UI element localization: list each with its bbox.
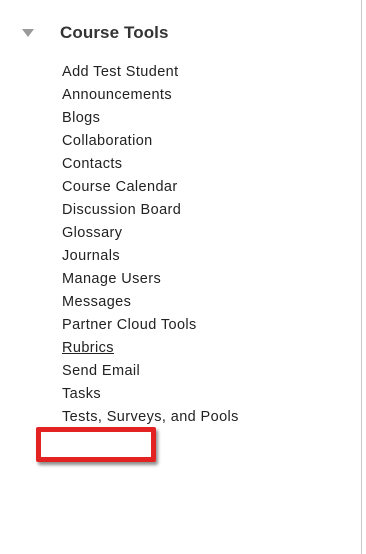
- menu-item-label[interactable]: Announcements: [62, 87, 172, 103]
- menu-item-contacts[interactable]: Contacts: [62, 153, 239, 176]
- menu-item-add-test-student[interactable]: Add Test Student: [62, 61, 239, 84]
- menu-item-tasks[interactable]: Tasks: [62, 383, 239, 406]
- menu-item-label[interactable]: Tests, Surveys, and Pools: [62, 409, 239, 425]
- menu-item-journals[interactable]: Journals: [62, 245, 239, 268]
- menu-item-partner-cloud-tools[interactable]: Partner Cloud Tools: [62, 314, 239, 337]
- collapse-triangle-icon[interactable]: [22, 29, 34, 37]
- menu-item-messages[interactable]: Messages: [62, 291, 239, 314]
- menu-item-label[interactable]: Blogs: [62, 110, 100, 126]
- menu-item-label[interactable]: Manage Users: [62, 271, 161, 287]
- course-tools-panel: Course Tools Add Test Student Announceme…: [0, 0, 366, 554]
- menu-item-glossary[interactable]: Glossary: [62, 222, 239, 245]
- menu-item-label[interactable]: Collaboration: [62, 133, 153, 149]
- menu-item-label[interactable]: Discussion Board: [62, 202, 181, 218]
- menu-item-label[interactable]: Journals: [62, 248, 120, 264]
- menu-item-label[interactable]: Tasks: [62, 386, 101, 402]
- section-header[interactable]: Course Tools: [18, 20, 169, 46]
- menu-item-label[interactable]: Send Email: [62, 363, 140, 379]
- menu-item-label[interactable]: Add Test Student: [62, 64, 179, 80]
- menu-item-tests-surveys-pools[interactable]: Tests, Surveys, and Pools: [62, 406, 239, 429]
- panel-divider: [361, 0, 362, 554]
- menu-item-discussion-board[interactable]: Discussion Board: [62, 199, 239, 222]
- course-tools-list: Add Test Student Announcements Blogs Col…: [62, 61, 239, 429]
- menu-item-blogs[interactable]: Blogs: [62, 107, 239, 130]
- menu-item-manage-users[interactable]: Manage Users: [62, 268, 239, 291]
- menu-item-course-calendar[interactable]: Course Calendar: [62, 176, 239, 199]
- menu-item-label[interactable]: Contacts: [62, 156, 122, 172]
- menu-item-rubrics[interactable]: Rubrics: [62, 337, 239, 360]
- menu-item-announcements[interactable]: Announcements: [62, 84, 239, 107]
- rubrics-highlight-box: [36, 427, 156, 462]
- menu-item-send-email[interactable]: Send Email: [62, 360, 239, 383]
- menu-item-label[interactable]: Course Calendar: [62, 179, 178, 195]
- section-title[interactable]: Course Tools: [60, 23, 169, 43]
- menu-item-collaboration[interactable]: Collaboration: [62, 130, 239, 153]
- menu-item-label[interactable]: Partner Cloud Tools: [62, 317, 197, 333]
- menu-item-label[interactable]: Glossary: [62, 225, 122, 241]
- menu-item-label[interactable]: Rubrics: [62, 340, 114, 356]
- menu-item-label[interactable]: Messages: [62, 294, 131, 310]
